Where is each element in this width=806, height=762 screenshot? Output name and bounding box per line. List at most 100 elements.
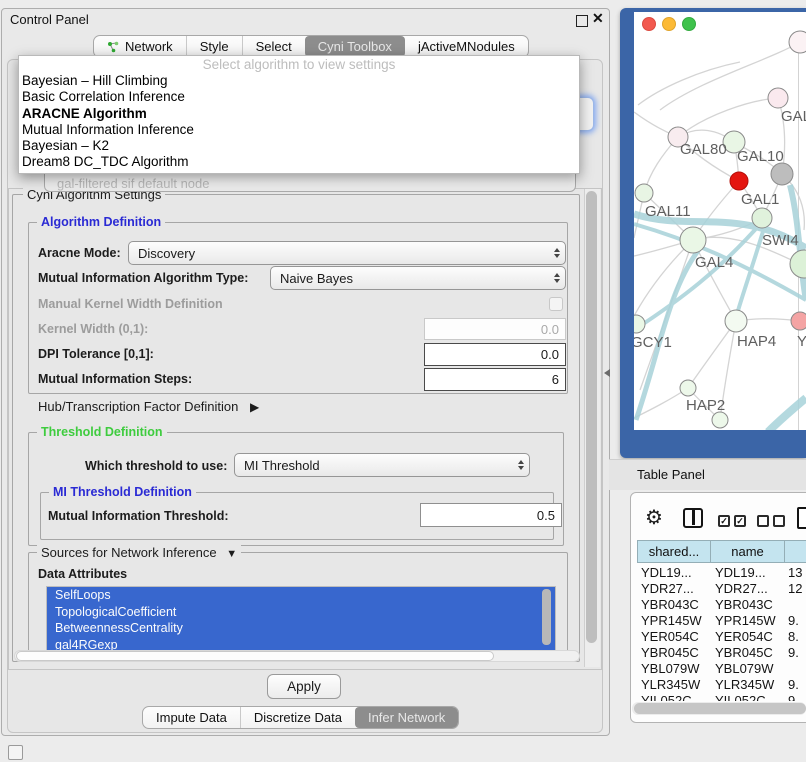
table-cell[interactable]: YDL19... bbox=[641, 565, 692, 580]
table-cell[interactable]: YLR345W bbox=[715, 677, 774, 692]
node-hap4[interactable] bbox=[725, 310, 747, 332]
mi-threshold-definition-title: MI Threshold Definition bbox=[49, 485, 196, 499]
list-item[interactable]: TopologicalCoefficient bbox=[47, 604, 555, 621]
node-gal11[interactable] bbox=[635, 184, 653, 202]
document-icon[interactable] bbox=[797, 507, 806, 529]
network-node-labels: GAL GAL80 GAL10 GAL1 GAL11 SWI4 GAL4 GCY… bbox=[631, 108, 806, 414]
node-y[interactable] bbox=[791, 312, 806, 330]
node[interactable] bbox=[789, 31, 806, 53]
table-cell[interactable]: YBR043C bbox=[715, 597, 773, 612]
node-hap2[interactable] bbox=[680, 380, 696, 396]
settings-vertical-scrollbar-thumb[interactable] bbox=[586, 191, 597, 643]
node-label: SWI4 bbox=[762, 232, 799, 249]
tab-infer-network[interactable]: Infer Network bbox=[355, 707, 458, 728]
node-gray[interactable] bbox=[771, 163, 793, 185]
table-cell[interactable]: YPR145W bbox=[641, 613, 702, 628]
table-horizontal-scrollbar-thumb[interactable] bbox=[634, 703, 806, 714]
table-cell[interactable]: 8. bbox=[788, 629, 799, 644]
table-cell[interactable]: YBR045C bbox=[641, 645, 699, 660]
column-header-shared[interactable]: shared... bbox=[637, 540, 711, 563]
node-label: GAL bbox=[781, 108, 806, 125]
sources-title-label: Sources for Network Inference bbox=[41, 545, 217, 560]
list-item[interactable]: BetweennessCentrality bbox=[47, 620, 555, 637]
panel-splitter-handle[interactable] bbox=[604, 369, 610, 377]
minimized-panel-icon[interactable] bbox=[8, 745, 23, 760]
tab-discretize-data[interactable]: Discretize Data bbox=[240, 707, 355, 728]
algorithm-option[interactable]: Basic Correlation Inference bbox=[19, 89, 579, 105]
table-cell[interactable]: YBL079W bbox=[715, 661, 774, 676]
checked-checkbox-icon[interactable]: ✓ bbox=[718, 515, 730, 527]
algorithm-option[interactable]: Bayesian – K2 bbox=[19, 138, 579, 154]
column-header-name[interactable]: name bbox=[710, 540, 785, 563]
table-cell[interactable]: 13 bbox=[788, 565, 802, 580]
list-item[interactable]: SelfLoops bbox=[47, 587, 555, 604]
table-cell[interactable]: YDR27... bbox=[641, 581, 694, 596]
algorithm-option[interactable]: Dream8 DC_TDC Algorithm bbox=[19, 154, 579, 170]
algorithm-option[interactable]: Bayesian – Hill Climbing bbox=[19, 73, 579, 89]
node-label: GCY1 bbox=[631, 334, 672, 351]
tab-select[interactable]: Select bbox=[242, 36, 305, 57]
node-gal1-selected[interactable] bbox=[730, 172, 748, 190]
tab-impute-data[interactable]: Impute Data bbox=[143, 707, 240, 728]
settings-horizontal-scrollbar-thumb[interactable] bbox=[16, 651, 494, 661]
node-swi4[interactable] bbox=[752, 208, 772, 228]
float-window-icon[interactable] bbox=[576, 15, 588, 27]
gear-icon[interactable]: ⚙ bbox=[645, 508, 663, 528]
window-zoom-button[interactable] bbox=[682, 17, 696, 31]
table-cell[interactable]: 9 bbox=[788, 693, 795, 701]
mi-threshold-input[interactable]: 0.5 bbox=[420, 503, 562, 527]
table-cell[interactable]: YBR043C bbox=[641, 597, 699, 612]
table-cell[interactable]: YBL079W bbox=[641, 661, 700, 676]
table-cell[interactable]: YIL052C bbox=[641, 693, 692, 701]
table-cell[interactable]: YDR27... bbox=[715, 581, 768, 596]
table-cell[interactable]: YPR145W bbox=[715, 613, 776, 628]
tab-style[interactable]: Style bbox=[186, 36, 242, 57]
algorithm-option-selected[interactable]: ARACNE Algorithm bbox=[19, 106, 579, 122]
close-icon[interactable]: ✕ bbox=[592, 10, 604, 27]
kernel-width-input[interactable]: 0.0 bbox=[424, 318, 566, 340]
node-label: GAL80 bbox=[680, 141, 727, 158]
tab-cyni-toolbox[interactable]: Cyni Toolbox bbox=[305, 36, 405, 57]
window-minimize-button[interactable] bbox=[662, 17, 676, 31]
node-gal[interactable] bbox=[768, 88, 788, 108]
unchecked-checkbox-icon[interactable] bbox=[773, 515, 785, 527]
table-cell[interactable]: YIL052C bbox=[715, 693, 766, 701]
table-panel-title: Table Panel bbox=[637, 467, 705, 482]
sources-title[interactable]: Sources for Network Inference ▼ bbox=[37, 545, 241, 560]
table-cell[interactable]: 12 bbox=[788, 581, 802, 596]
column-header[interactable] bbox=[784, 540, 806, 563]
node-gal4[interactable] bbox=[680, 227, 706, 253]
algorithm-definition-title: Algorithm Definition bbox=[37, 215, 165, 229]
tab-jactivemnodules[interactable]: jActiveMNodules bbox=[405, 36, 528, 57]
node[interactable] bbox=[790, 250, 806, 278]
manual-kernel-width-checkbox[interactable] bbox=[549, 297, 563, 311]
table-cell[interactable]: 9. bbox=[788, 645, 799, 660]
split-columns-icon[interactable] bbox=[683, 508, 703, 528]
checked-checkbox-icon[interactable]: ✓ bbox=[734, 515, 746, 527]
dpi-tolerance-input[interactable]: 0.0 bbox=[424, 343, 566, 366]
algorithm-option[interactable]: Mutual Information Inference bbox=[19, 122, 579, 138]
expander-arrow-down-icon: ▼ bbox=[226, 548, 237, 560]
node[interactable] bbox=[712, 412, 728, 428]
unchecked-checkbox-icon[interactable] bbox=[757, 515, 769, 527]
table-cell[interactable]: 9. bbox=[788, 613, 799, 628]
table-cell[interactable]: YER054C bbox=[641, 629, 699, 644]
window-close-button[interactable] bbox=[642, 17, 656, 31]
screenshot-root: Control Panel ✕ Network Style Select Cyn… bbox=[0, 0, 806, 762]
table-cell[interactable]: YLR345W bbox=[641, 677, 700, 692]
table-cell[interactable]: 9. bbox=[788, 677, 799, 692]
table-cell[interactable]: YDL19... bbox=[715, 565, 766, 580]
mi-steps-input[interactable]: 6 bbox=[424, 368, 566, 391]
which-threshold-combo[interactable]: MI Threshold bbox=[234, 453, 530, 477]
kernel-width-label: Kernel Width (0,1): bbox=[38, 322, 148, 336]
tab-network[interactable]: Network bbox=[94, 36, 186, 57]
node-label: GAL1 bbox=[741, 191, 779, 208]
list-scrollbar-thumb[interactable] bbox=[542, 589, 551, 645]
table-cell[interactable]: YER054C bbox=[715, 629, 773, 644]
apply-button[interactable]: Apply bbox=[267, 674, 341, 699]
table-cell[interactable]: YBR045C bbox=[715, 645, 773, 660]
aracne-mode-combo[interactable]: Discovery bbox=[128, 241, 566, 265]
mi-algorithm-type-combo[interactable]: Naive Bayes bbox=[270, 266, 566, 290]
node-label: Y bbox=[797, 333, 806, 350]
hub-definition-expander[interactable]: Hub/Transcription Factor Definition ▶ bbox=[38, 399, 259, 414]
